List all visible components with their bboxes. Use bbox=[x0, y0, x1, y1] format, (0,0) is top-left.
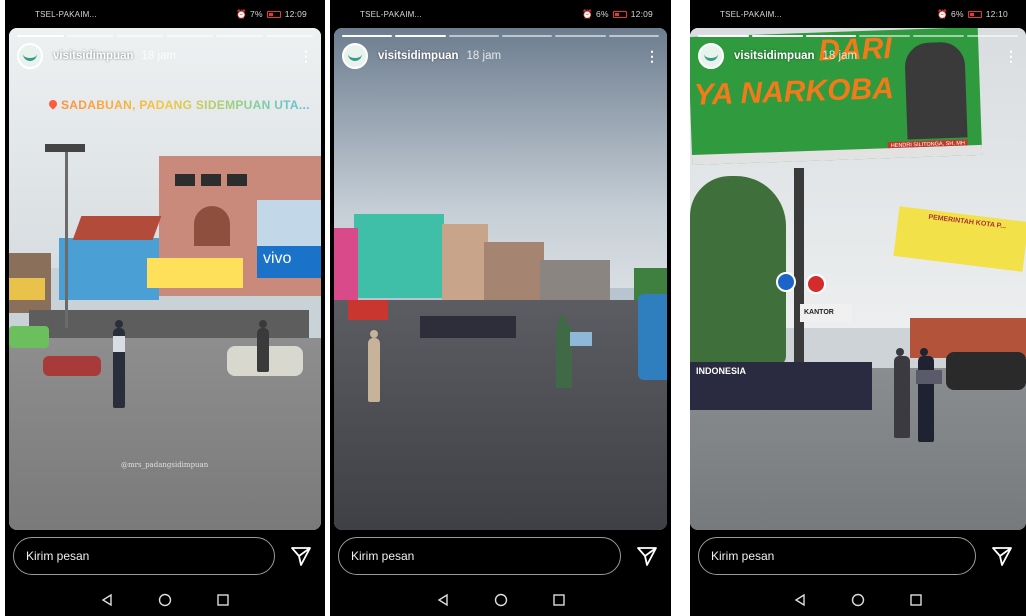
clock: 12:09 bbox=[630, 9, 653, 19]
clock: 12:10 bbox=[985, 9, 1008, 19]
story-username[interactable]: visitsidimpuan bbox=[734, 50, 815, 62]
story-progress bbox=[342, 35, 659, 37]
message-bar bbox=[13, 537, 317, 575]
story-photo: DARI YA NARKOBA HENDRI SILITONGA, SH, MH… bbox=[690, 28, 1026, 530]
nav-recent-icon[interactable] bbox=[216, 593, 230, 607]
status-bar: TSEL-PAKAIM... ⏰ 6% 12:09 bbox=[330, 0, 671, 28]
nav-bar bbox=[330, 584, 671, 616]
story-progress bbox=[17, 35, 313, 37]
location-sticker[interactable]: SADABUAN, PADANG SIDEMPUAN UTA... bbox=[47, 98, 310, 112]
story-username[interactable]: visitsidimpuan bbox=[53, 50, 134, 62]
status-bar: TSEL-PAKAIM... ⏰ 6% 12:10 bbox=[690, 0, 1026, 28]
nav-home-icon[interactable] bbox=[494, 593, 508, 607]
nav-recent-icon[interactable] bbox=[552, 593, 566, 607]
nav-back-icon[interactable] bbox=[436, 593, 450, 607]
story-view[interactable]: vivo visitsidimpuan 18 jam ⋮ SADABUAN, P… bbox=[9, 28, 321, 530]
battery-percent: 6% bbox=[951, 9, 964, 19]
avatar[interactable] bbox=[342, 43, 368, 69]
send-icon[interactable] bbox=[289, 544, 313, 568]
story-time: 18 jam bbox=[822, 50, 858, 62]
message-input[interactable] bbox=[13, 537, 275, 575]
status-bar: TSEL-PAKAIM... ⏰ 7% 12:09 bbox=[5, 0, 325, 28]
story-header: visitsidimpuan 18 jam ⋮ bbox=[17, 42, 313, 70]
nav-home-icon[interactable] bbox=[158, 593, 172, 607]
story-photo bbox=[334, 28, 667, 530]
alarm-icon: ⏰ bbox=[937, 8, 949, 19]
message-bar bbox=[698, 537, 1018, 575]
avatar[interactable] bbox=[17, 43, 43, 69]
story-view[interactable]: visitsidimpuan 18 jam ⋮ bbox=[334, 28, 667, 530]
watermark: @mrs_padangsidimpuan bbox=[121, 461, 209, 469]
battery-percent: 7% bbox=[250, 9, 263, 19]
message-bar bbox=[338, 537, 663, 575]
story-view[interactable]: DARI YA NARKOBA HENDRI SILITONGA, SH, MH… bbox=[690, 28, 1026, 530]
message-input[interactable] bbox=[338, 537, 621, 575]
battery-icon bbox=[967, 10, 982, 18]
banner: INDONESIA bbox=[690, 362, 872, 410]
message-input[interactable] bbox=[698, 537, 976, 575]
carrier-name: TSEL-PAKAIM... bbox=[720, 9, 782, 19]
nav-bar bbox=[690, 584, 1026, 616]
alarm-icon: ⏰ bbox=[582, 8, 594, 19]
more-options-icon[interactable]: ⋮ bbox=[299, 49, 313, 63]
send-icon[interactable] bbox=[635, 544, 659, 568]
phone-screen-1: TSEL-PAKAIM... ⏰ 7% 12:09 vivo visitsidi… bbox=[5, 0, 325, 616]
send-icon[interactable] bbox=[990, 544, 1014, 568]
vivo-sign: vivo bbox=[257, 246, 321, 278]
battery-icon bbox=[612, 10, 627, 18]
nav-back-icon[interactable] bbox=[793, 593, 807, 607]
story-time: 18 jam bbox=[466, 50, 502, 62]
story-header: visitsidimpuan 18 jam ⋮ bbox=[698, 42, 1018, 70]
nav-bar bbox=[5, 584, 325, 616]
story-username[interactable]: visitsidimpuan bbox=[378, 50, 459, 62]
alarm-icon: ⏰ bbox=[236, 8, 248, 19]
phone-screen-3: TSEL-PAKAIM... ⏰ 6% 12:10 DARI YA NARKOB… bbox=[690, 0, 1026, 616]
carrier-name: TSEL-PAKAIM... bbox=[35, 9, 97, 19]
nav-back-icon[interactable] bbox=[100, 593, 114, 607]
clock: 12:09 bbox=[284, 9, 307, 19]
carrier-name: TSEL-PAKAIM... bbox=[360, 9, 422, 19]
kantor-sign: KANTOR bbox=[800, 304, 852, 322]
avatar[interactable] bbox=[698, 43, 724, 69]
story-header: visitsidimpuan 18 jam ⋮ bbox=[342, 42, 659, 70]
battery-icon bbox=[266, 10, 281, 18]
nav-home-icon[interactable] bbox=[851, 593, 865, 607]
more-options-icon[interactable]: ⋮ bbox=[1004, 49, 1018, 63]
story-time: 18 jam bbox=[141, 50, 177, 62]
story-progress bbox=[698, 35, 1018, 37]
battery-percent: 6% bbox=[596, 9, 609, 19]
phone-screen-2: TSEL-PAKAIM... ⏰ 6% 12:09 visitsidimpuan… bbox=[330, 0, 671, 616]
nav-recent-icon[interactable] bbox=[909, 593, 923, 607]
more-options-icon[interactable]: ⋮ bbox=[645, 49, 659, 63]
